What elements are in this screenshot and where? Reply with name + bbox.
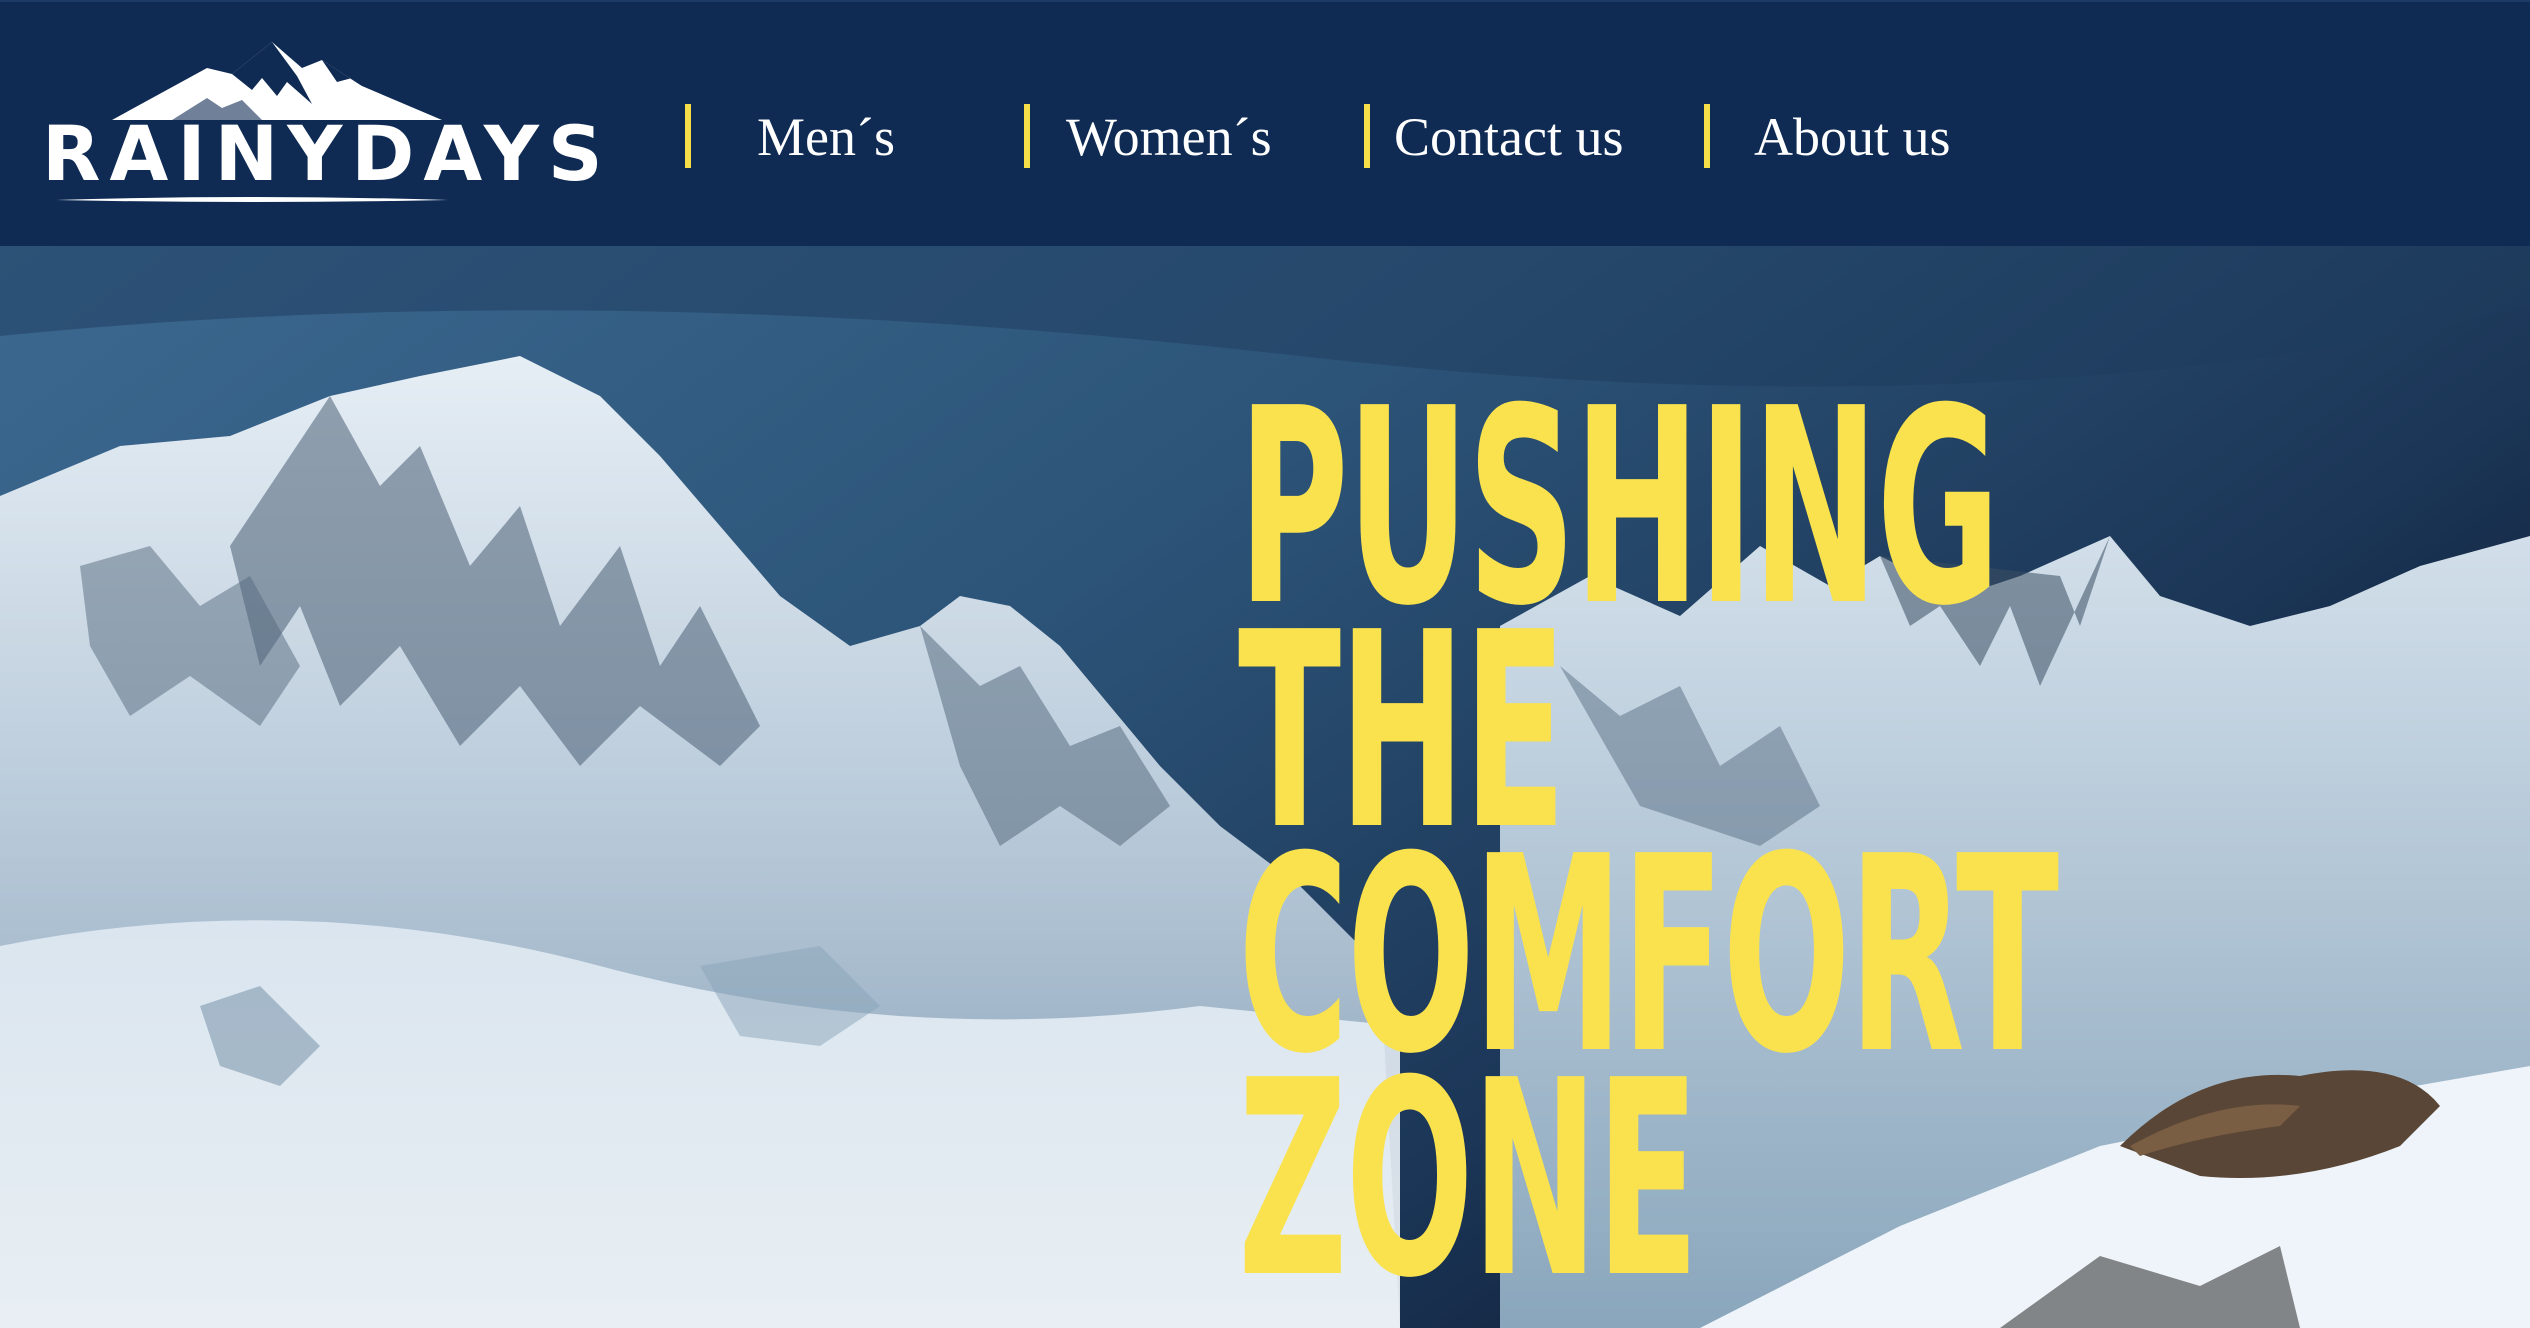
page: RAINYDAYS Men´s Women´s Contact us About… xyxy=(0,0,2530,1328)
hero-banner: PUSHING THE COMFORT ZONE xyxy=(0,246,2530,1328)
nav-item-label: Women´s xyxy=(1066,107,1272,167)
nav-item-label: Contact us xyxy=(1394,107,1624,167)
nav-item-mens[interactable]: Men´s xyxy=(685,104,985,168)
nav-divider xyxy=(685,104,691,168)
nav-item-contact[interactable]: Contact us xyxy=(1364,104,1664,168)
nav-divider xyxy=(1704,104,1710,168)
site-header: RAINYDAYS Men´s Women´s Contact us About… xyxy=(0,0,2530,246)
hero-headline: PUSHING THE COMFORT ZONE xyxy=(1238,373,2059,1315)
nav-item-label: Men´s xyxy=(757,107,895,167)
nav-divider xyxy=(1024,104,1030,168)
main-nav: Men´s Women´s Contact us About us xyxy=(0,2,2530,248)
nav-item-label: About us xyxy=(1754,107,1951,167)
nav-item-womens[interactable]: Women´s xyxy=(1024,104,1324,168)
nav-item-about[interactable]: About us xyxy=(1704,104,2004,168)
nav-divider xyxy=(1364,104,1370,168)
